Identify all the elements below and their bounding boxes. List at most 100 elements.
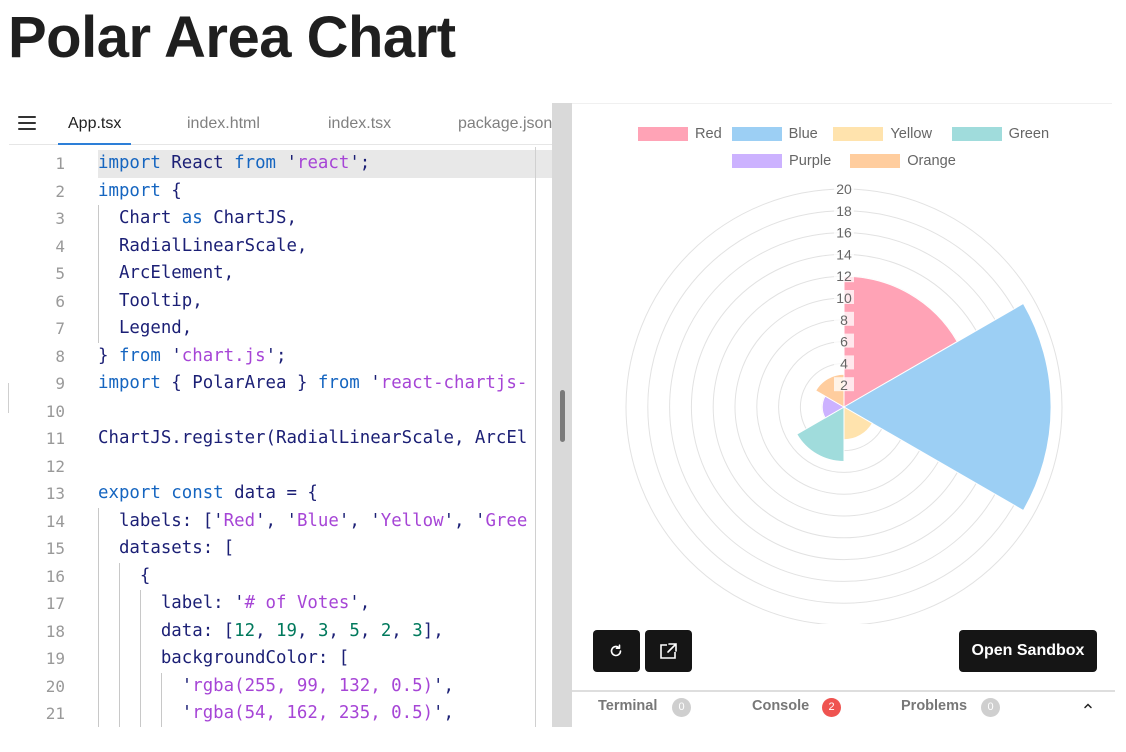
line-number: 14 bbox=[45, 511, 65, 531]
code-line[interactable]: 17 label: '# of Votes', bbox=[9, 590, 552, 618]
line-number: 11 bbox=[45, 429, 65, 448]
tab-index-tsx[interactable]: index.tsx bbox=[328, 103, 391, 145]
code-text: data: [12, 19, 3, 5, 2, 3], bbox=[98, 620, 444, 641]
code-text: Tooltip, bbox=[98, 290, 203, 311]
code-text: 'rgba(255, 99, 132, 0.5)', bbox=[98, 675, 454, 696]
line-number: 9 bbox=[55, 374, 65, 393]
problems-label: Problems bbox=[901, 698, 968, 714]
code-text: export const data = { bbox=[98, 483, 318, 503]
code-line[interactable]: 15 datasets: [ bbox=[9, 535, 552, 563]
line-number: 15 bbox=[45, 539, 65, 558]
indent-guide bbox=[98, 205, 99, 343]
tick-label: 12 bbox=[836, 268, 852, 284]
tick-label: 2 bbox=[840, 377, 848, 393]
tab-app-tsx[interactable]: App.tsx bbox=[58, 103, 132, 145]
code-line[interactable]: 13 export const data = { bbox=[9, 480, 552, 508]
external-link-icon bbox=[660, 643, 677, 659]
line-number: 7 bbox=[55, 319, 65, 338]
terminal-label: Terminal bbox=[598, 698, 658, 714]
code-line[interactable]: 19 backgroundColor: [ bbox=[9, 645, 552, 673]
editor-ruler bbox=[535, 147, 536, 727]
tick-label: 16 bbox=[836, 225, 852, 241]
code-text: RadialLinearScale, bbox=[98, 235, 308, 256]
code-text: labels: ['Red', 'Blue', 'Yellow', 'Gree bbox=[98, 510, 528, 531]
page-title: Polar Area Chart bbox=[8, 5, 456, 70]
code-text: } from 'chart.js'; bbox=[98, 345, 287, 366]
line-number: 13 bbox=[45, 484, 65, 503]
code-line[interactable]: 20 'rgba(255, 99, 132, 0.5)', bbox=[9, 673, 552, 701]
tick-label: 20 bbox=[836, 181, 852, 197]
code-text: ArcElement, bbox=[98, 263, 235, 283]
code-text: import { bbox=[98, 180, 182, 201]
scrollbar-thumb[interactable] bbox=[560, 390, 565, 442]
chevron-up-icon[interactable] bbox=[1082, 700, 1094, 712]
tick-label: 8 bbox=[840, 312, 848, 328]
tab-index-html[interactable]: index.html bbox=[187, 103, 260, 145]
code-line[interactable]: 5 ArcElement, bbox=[9, 260, 552, 288]
code-line[interactable]: 21 'rgba(54, 162, 235, 0.5)', bbox=[9, 700, 552, 727]
tick-label: 14 bbox=[836, 246, 852, 262]
code-line[interactable]: 2 import { bbox=[9, 178, 552, 206]
tab-terminal[interactable]: Terminal bbox=[598, 692, 657, 725]
indent-guide bbox=[98, 507, 99, 727]
line-number: 21 bbox=[45, 704, 65, 723]
console-label: Console bbox=[752, 698, 810, 714]
line-number: 17 bbox=[45, 594, 65, 613]
line-number: 10 bbox=[45, 401, 65, 421]
code-line[interactable]: 6 Tooltip, bbox=[9, 288, 552, 316]
open-sandbox-button[interactable]: Open Sandbox bbox=[959, 630, 1097, 672]
refresh-icon bbox=[610, 644, 622, 657]
code-text: 'rgba(54, 162, 235, 0.5)', bbox=[98, 703, 454, 723]
tab-problems[interactable]: Problems bbox=[901, 692, 967, 725]
line-number: 3 bbox=[55, 209, 65, 228]
code-text: datasets: [ bbox=[98, 538, 235, 558]
code-editor: App.tsx index.html index.tsx package.jso… bbox=[9, 103, 552, 727]
problems-count-badge: 0 bbox=[981, 698, 1000, 717]
line-number: 16 bbox=[45, 566, 65, 586]
open-in-new-window-button[interactable] bbox=[645, 630, 692, 672]
line-number: 5 bbox=[55, 264, 65, 283]
tick-label: 18 bbox=[836, 203, 852, 219]
code-line[interactable]: 10 bbox=[9, 398, 552, 426]
bottom-panel-bar: Terminal 0 Console 2 Problems 0 bbox=[572, 690, 1115, 727]
line-number: 12 bbox=[45, 456, 65, 476]
code-line[interactable]: 7 Legend, bbox=[9, 315, 552, 343]
polar-segment-green bbox=[796, 406, 845, 463]
indent-guide bbox=[118, 562, 120, 727]
code-line[interactable]: 8 } from 'chart.js'; bbox=[9, 343, 552, 371]
preview-pane: Red Blue Yellow Green Purple Orange 20 18 16 14 1… bbox=[572, 103, 1112, 727]
code-text: label: '# of Votes', bbox=[98, 593, 371, 613]
tab-package-json[interactable]: package.json bbox=[458, 103, 552, 145]
line-number: 2 bbox=[55, 181, 65, 201]
code-text: import { PolarArea } from 'react-chartjs… bbox=[98, 373, 528, 393]
line-number: 20 bbox=[45, 676, 65, 696]
code-line[interactable]: 4 RadialLinearScale, bbox=[9, 233, 552, 261]
code-line[interactable]: 3 Chart as ChartJS, bbox=[9, 205, 552, 233]
code-line[interactable]: 9 import { PolarArea } from 'react-chartj… bbox=[9, 370, 552, 398]
line-number: 6 bbox=[55, 291, 65, 311]
code-text: import React from 'react'; bbox=[98, 150, 552, 178]
code-line[interactable]: 18 data: [12, 19, 3, 5, 2, 3], bbox=[9, 618, 552, 646]
code-line[interactable]: 1 import React from 'react'; bbox=[9, 150, 552, 178]
indent-guide bbox=[160, 672, 162, 727]
code-text: { bbox=[98, 565, 151, 586]
code-area[interactable]: 1 import React from 'react'; 2 import { 3 Ch… bbox=[9, 147, 552, 727]
code-line[interactable]: 11 ChartJS.register(RadialLinearScale, Ar… bbox=[9, 425, 552, 453]
tick-label: 4 bbox=[840, 355, 848, 371]
line-number: 19 bbox=[45, 649, 65, 668]
code-line[interactable]: 14 labels: ['Red', 'Blue', 'Yellow', 'Gr… bbox=[9, 508, 552, 536]
code-line[interactable]: 16 { bbox=[9, 563, 552, 591]
line-number: 18 bbox=[45, 621, 65, 641]
code-text: ChartJS.register(RadialLinearScale, ArcE… bbox=[98, 428, 528, 448]
console-count-badge: 2 bbox=[822, 698, 841, 717]
refresh-button[interactable] bbox=[593, 630, 640, 672]
code-text: Chart as ChartJS, bbox=[98, 208, 297, 228]
editor-tab-bar: App.tsx index.html index.tsx package.jso… bbox=[9, 103, 552, 145]
line-number: 4 bbox=[55, 236, 65, 256]
code-line[interactable]: 12 bbox=[9, 453, 552, 481]
line-number: 1 bbox=[55, 154, 65, 173]
hamburger-menu-icon[interactable] bbox=[18, 116, 36, 130]
code-text: backgroundColor: [ bbox=[98, 648, 350, 668]
line-number: 8 bbox=[55, 346, 65, 366]
tab-console[interactable]: Console bbox=[752, 692, 809, 725]
